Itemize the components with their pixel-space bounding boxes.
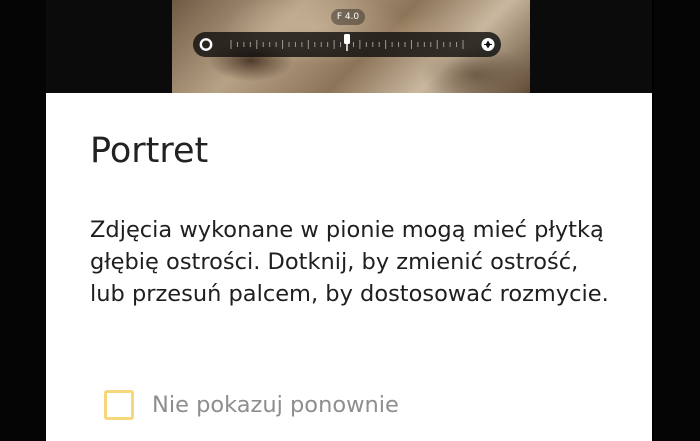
aperture-open-icon[interactable]: [199, 38, 213, 51]
dont-show-again-option[interactable]: Nie pokazuj ponownie: [104, 388, 399, 422]
phone-bezel-right: [654, 0, 700, 441]
dialog-title: Portret: [90, 131, 209, 171]
screen: F 4.0 Portret Zdjęcia wykonane w pionie …: [0, 0, 700, 441]
aperture-closed-icon[interactable]: [481, 38, 495, 51]
aperture-slider[interactable]: [193, 32, 501, 57]
dialog-description: Zdjęcia wykonane w pionie mogą mieć płyt…: [90, 217, 609, 307]
slider-thumb[interactable]: [344, 34, 350, 51]
aperture-value-label: F 4.0: [331, 9, 365, 25]
phone-bezel-left: [0, 0, 46, 441]
portrait-info-dialog: Portret Zdjęcia wykonane w pionie mogą m…: [46, 93, 652, 441]
dont-show-again-label: Nie pokazuj ponownie: [152, 392, 399, 418]
dont-show-again-checkbox[interactable]: [104, 390, 134, 420]
